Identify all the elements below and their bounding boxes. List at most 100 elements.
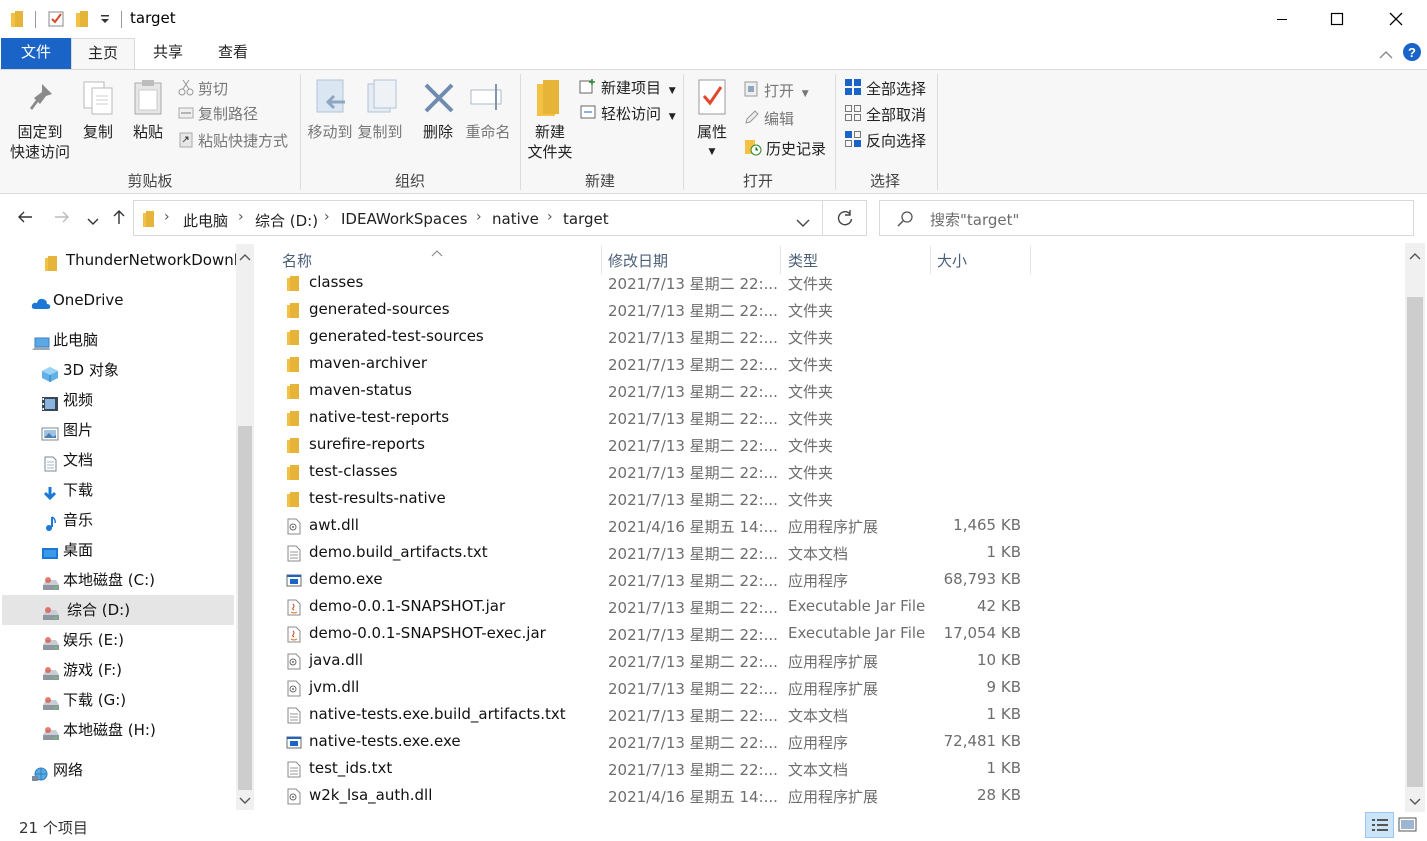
sidebar-item[interactable]: 综合 (D:) [2,595,234,625]
column-header-name[interactable]: 名称 [282,250,312,271]
file-row[interactable]: demo.build_artifacts.txt 2021/7/13 星期二 22… [280,540,1040,567]
folder-icon[interactable] [75,10,91,28]
pin-to-quick-access-button[interactable]: 固定到 快速访问 [5,122,75,162]
select-none-button[interactable]: 全部取消 [844,104,926,127]
breadcrumb-ideaworkspaces[interactable]: IDEAWorkSpaces [341,210,467,228]
back-button[interactable] [16,208,34,231]
file-row[interactable]: native-test-reports 2021/7/13 星期二 22:... 文… [280,405,1040,432]
nav-scrollbar-thumb[interactable] [238,426,252,790]
column-header-date[interactable]: 修改日期 [608,250,668,271]
file-list-scrollbar[interactable] [1405,243,1425,812]
rename-button[interactable]: 重命名 [462,122,514,142]
copy-button[interactable]: 复制 [78,122,118,142]
column-header-type[interactable]: 类型 [788,250,818,271]
move-to-button[interactable]: 移动到 [304,122,356,142]
large-icons-view-button[interactable] [1397,815,1419,839]
close-button[interactable] [1367,0,1425,38]
help-icon[interactable]: ? [1402,42,1422,66]
sidebar-item[interactable]: OneDrive [27,285,236,315]
file-type: 文件夹 [788,437,834,455]
file-size: 1 KB [986,759,1021,777]
sidebar-item[interactable]: 游戏 (F:) [37,655,236,685]
minimize-button[interactable] [1253,0,1311,38]
file-row[interactable]: generated-test-sources 2021/7/13 星期二 22:.… [280,324,1040,351]
paste-shortcut-button[interactable]: 粘贴快捷方式 [178,130,288,153]
open-button[interactable]: 打开 ▼ [744,80,809,104]
file-list-scrollbar-thumb[interactable] [1407,297,1423,787]
file-row[interactable]: jvm.dll 2021/7/13 星期二 22:... 应用程序扩展 9 KB [280,675,1040,702]
tab-view[interactable]: 查看 [205,38,261,69]
new-folder-button[interactable]: 新建 文件夹 [522,122,578,162]
sidebar-item[interactable]: 音乐 [37,505,236,535]
paste-button[interactable]: 粘贴 [128,122,168,142]
search-input[interactable]: 搜索"target" [879,200,1414,236]
breadcrumb-drive-d[interactable]: 综合 (D:) [255,210,318,231]
sidebar-item[interactable]: 此电脑 [27,325,236,355]
sidebar-item[interactable]: 图片 [37,415,236,445]
properties-button[interactable]: 属性 ▼ [690,122,734,162]
delete-button[interactable]: 删除 [416,122,460,142]
dropdown-arrow-icon[interactable] [100,12,110,30]
file-row[interactable]: demo-0.0.1-SNAPSHOT-exec.jar 2021/7/13 星期… [280,621,1040,648]
file-row[interactable]: test-classes 2021/7/13 星期二 22:... 文件夹 [280,459,1040,486]
scroll-down-icon[interactable] [236,792,254,810]
file-row[interactable]: classes 2021/7/13 星期二 22:... 文件夹 [280,270,1040,297]
sidebar-item[interactable]: 本地磁盘 (C:) [37,565,236,595]
scroll-up-icon[interactable] [1405,247,1425,265]
sidebar-item[interactable]: 视频 [37,385,236,415]
checkbox-icon[interactable] [48,10,66,28]
sidebar-item[interactable]: 本地磁盘 (H:) [37,715,236,745]
file-row[interactable]: demo.exe 2021/7/13 星期二 22:... 应用程序 68,793 K… [280,567,1040,594]
breadcrumb-target[interactable]: target [563,210,609,228]
folder-icon [286,410,302,427]
file-row[interactable]: test_ids.txt 2021/7/13 星期二 22:... 文本文档 1 KB [280,756,1040,783]
sidebar-item[interactable]: 下载 (G:) [37,685,236,715]
tab-file[interactable]: 文件 [1,38,71,69]
breadcrumb-this-pc[interactable]: 此电脑 [183,210,228,231]
invert-selection-button[interactable]: 反向选择 [844,130,926,153]
collapse-ribbon-icon[interactable] [1378,47,1394,65]
sidebar-item[interactable]: 娱乐 (E:) [37,625,236,655]
file-row[interactable]: java.dll 2021/7/13 星期二 22:... 应用程序扩展 10 KB [280,648,1040,675]
file-row[interactable]: maven-archiver 2021/7/13 星期二 22:... 文件夹 [280,351,1040,378]
address-bar[interactable]: › 此电脑 › 综合 (D:) › IDEAWorkSpaces › nativ… [133,200,823,236]
history-button[interactable]: 历史记录 [744,138,826,161]
file-row[interactable]: test-results-native 2021/7/13 星期二 22:... 文… [280,486,1040,513]
file-row[interactable]: native-tests.exe.exe 2021/7/13 星期二 22:...… [280,729,1040,756]
forward-button[interactable] [53,208,71,231]
address-dropdown-button[interactable] [796,214,810,232]
up-button[interactable] [110,208,128,231]
sidebar-item[interactable]: 网络 [27,755,236,785]
sidebar-item[interactable]: 桌面 [37,535,236,565]
sidebar-item[interactable]: 下载 [37,475,236,505]
cut-button[interactable]: 剪切 [178,78,228,101]
easy-access-button[interactable]: 轻松访问 ▼ [579,104,676,127]
tab-home[interactable]: 主页 [71,38,135,69]
column-header-size[interactable]: 大小 [937,250,967,271]
recent-locations-button[interactable] [87,211,99,232]
copy-path-button[interactable]: 复制路径 [178,104,258,125]
tab-share[interactable]: 共享 [140,38,196,69]
jar-icon [286,626,302,643]
scroll-up-icon[interactable] [236,248,254,266]
file-row[interactable]: maven-status 2021/7/13 星期二 22:... 文件夹 [280,378,1040,405]
nav-scrollbar[interactable] [236,244,254,810]
file-row[interactable]: native-tests.exe.build_artifacts.txt 2021… [280,702,1040,729]
file-row[interactable]: demo-0.0.1-SNAPSHOT.jar 2021/7/13 星期二 22:… [280,594,1040,621]
breadcrumb-native[interactable]: native [492,210,539,228]
file-row[interactable]: generated-sources 2021/7/13 星期二 22:... 文件夹 [280,297,1040,324]
maximize-button[interactable] [1308,0,1366,38]
sidebar-item[interactable]: 3D 对象 [37,355,236,385]
new-item-button[interactable]: 新建项目 ▼ [579,78,676,101]
file-row[interactable]: w2k_lsa_auth.dll 2021/4/16 星期五 14:... 应用程序… [280,783,1040,810]
sidebar-item[interactable]: ThunderNetworkDownl [40,245,236,275]
scroll-down-icon[interactable] [1405,793,1425,811]
details-view-button[interactable] [1365,812,1394,838]
refresh-button[interactable] [823,200,867,236]
sidebar-item[interactable]: 文档 [37,445,236,475]
file-row[interactable]: surefire-reports 2021/7/13 星期二 22:... 文件夹 [280,432,1040,459]
edit-button[interactable]: 编辑 [744,109,794,130]
copy-to-button[interactable]: 复制到 [354,122,406,142]
select-all-button[interactable]: 全部选择 [844,78,926,101]
file-row[interactable]: awt.dll 2021/4/16 星期五 14:... 应用程序扩展 1,465 K… [280,513,1040,540]
